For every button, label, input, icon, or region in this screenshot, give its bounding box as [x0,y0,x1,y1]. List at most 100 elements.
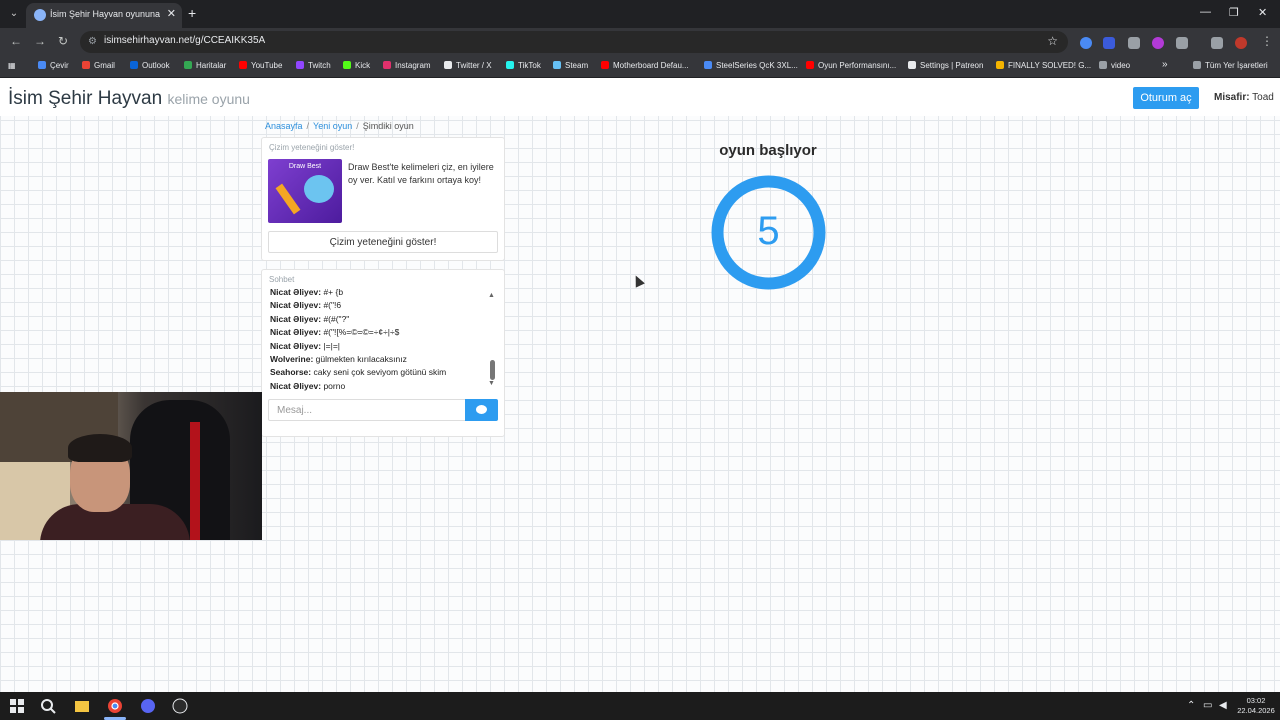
bookmark-item[interactable]: SteelSeries QcK 3XL... [704,61,798,70]
extension-icon[interactable] [1080,37,1092,49]
send-message-button[interactable] [465,399,498,421]
bookmark-item[interactable]: Oyun Performansını... [806,61,896,70]
promo-card: Çizim yeteneğini göster! Draw Best Draw … [261,137,505,261]
tray-chevron-icon[interactable]: ⌃ [1187,700,1195,711]
extension-icon[interactable] [1103,37,1115,49]
breadcrumb-home-link[interactable]: Anasayfa [265,121,303,131]
bookmark-item[interactable]: Kick [343,61,370,70]
new-tab-button[interactable]: + [188,5,196,21]
taskbar-clock[interactable]: 03:02 22.04.2026 [1234,696,1278,716]
promo-button[interactable]: Çizim yeteneğini göster! [268,231,498,253]
bookmark-icon [296,61,304,69]
chat-scrollbar-thumb[interactable] [490,360,495,380]
chat-message: Nicat Əliyev: |=|=| [270,340,488,353]
login-button[interactable]: Oturum aç [1133,87,1199,109]
chat-author: Nicat Əliyev: [270,287,322,297]
back-icon[interactable]: ← [10,34,22,48]
site-favicon-icon [34,9,46,21]
chat-text: caky seni çok seviyom götünü skim [313,367,447,378]
extension-icon[interactable] [1128,37,1140,49]
network-icon[interactable]: ▭ [1203,700,1212,711]
folder-icon [1193,61,1201,69]
chat-message-input[interactable] [268,399,466,421]
chat-message: Seahorse: caky seni çok seviyom götünü s… [270,366,488,379]
countdown-number: 5 [757,209,780,253]
windows-start-icon[interactable] [9,698,25,714]
window-close-icon[interactable]: ✕ [1258,6,1267,19]
extension-icon[interactable] [1152,37,1164,49]
chrome-icon[interactable] [107,698,123,714]
more-bookmarks-icon[interactable]: » [1162,59,1168,70]
bookmark-star-icon[interactable]: ☆ [1047,34,1058,48]
draw-best-image[interactable]: Draw Best [268,159,342,223]
chat-log: Nicat Əliyev: #+ {b Nicat Əliyev: #("!6 … [270,286,488,393]
tab-search-icon[interactable]: ⌄ [6,6,22,22]
browser-tab-bar: ⌄ İsim Şehir Hayvan oyununa katıl ✕ + — … [0,0,1280,28]
mouse-cursor-icon [631,273,645,288]
all-bookmarks-folder[interactable]: Tüm Yer İşaretleri [1193,61,1268,70]
chat-author: Wolverine: [270,354,314,365]
bookmark-icon [444,61,452,69]
promo-description: Draw Best'te kelimeleri çiz, en iyilere … [348,162,494,185]
bookmark-item[interactable]: TikTok [506,61,541,70]
clock-date: 22.04.2026 [1237,706,1275,715]
profile-avatar-icon[interactable] [1235,37,1247,49]
clock-time: 03:02 [1246,696,1266,705]
bookmark-item[interactable]: Twitch [296,61,331,70]
restore-icon[interactable]: ❐ [1229,6,1239,19]
scroll-up-icon[interactable]: ▲ [488,292,495,299]
chat-text: #("!6 [323,300,342,311]
bookmark-icon [82,61,90,69]
address-bar[interactable]: ⚙ isimsehirhayvan.net/g/CCEAIKK35A ☆ [80,31,1068,53]
obs-icon[interactable] [172,698,188,714]
bookmark-item[interactable]: FINALLY SOLVED! G... [996,61,1091,70]
tab-close-icon[interactable]: ✕ [167,7,176,20]
bookmark-icon [553,61,561,69]
chat-author: Nicat Əliyev: [270,380,322,391]
bookmark-item[interactable]: Twitter / X [444,61,492,70]
browser-tab[interactable]: İsim Şehir Hayvan oyununa katıl ✕ [26,3,182,28]
bookmark-icon [704,61,712,69]
bookmark-item[interactable]: Outlook [130,61,170,70]
webcam-chair-stripe [190,422,200,540]
guest-info: Misafir: Toad [1214,92,1274,103]
bookmark-icon [38,61,46,69]
chat-author: Nicat Əliyev: [270,340,322,351]
media-control-icon[interactable] [1211,37,1223,49]
scroll-down-icon[interactable]: ▼ [488,380,495,387]
bookmark-item[interactable]: Instagram [383,61,431,70]
bookmark-item[interactable]: Steam [553,61,588,70]
bookmark-item[interactable]: YouTube [239,61,282,70]
bookmark-item[interactable]: video [1099,61,1130,70]
bookmark-item[interactable]: Gmail [82,61,115,70]
breadcrumb-new-game-link[interactable]: Yeni oyun [313,121,352,131]
site-logo[interactable]: İsim Şehir Hayvan kelime oyunu [8,88,250,110]
bookmark-item[interactable]: Motherboard Defau... [601,61,689,70]
search-icon[interactable] [40,698,56,714]
chat-message: Nicat Əliyev: #("!6 [270,299,488,312]
bookmark-item[interactable]: Settings | Patreon [908,61,983,70]
bookmark-icon [239,61,247,69]
minimize-icon[interactable]: — [1200,6,1211,18]
bookmark-item[interactable]: Haritalar [184,61,226,70]
bookmark-icon [996,61,1004,69]
chat-text: #+ {b [323,287,344,297]
chat-message: Nicat Əliyev: #+ {b [270,286,488,299]
chat-text: |=|=| [323,340,340,351]
logo-main: İsim Şehir Hayvan [8,88,163,109]
apps-grid-icon[interactable]: ▦ [8,61,16,70]
extensions-puzzle-icon[interactable] [1176,37,1188,49]
site-info-icon[interactable]: ⚙ [88,36,97,47]
tab-title: İsim Şehir Hayvan oyununa katıl [50,9,160,19]
site-header: İsim Şehir Hayvan kelime oyunu Oturum aç… [0,78,1280,116]
discord-icon[interactable] [140,698,156,714]
bookmarks-bar: ▦ Çevir Gmail Outlook Haritalar YouTube … [0,56,1280,78]
reload-icon[interactable]: ↻ [58,34,68,48]
bookmark-item[interactable]: Çevir [38,61,69,70]
volume-icon[interactable]: ◀ [1219,700,1227,711]
pencil-icon [275,183,301,215]
file-explorer-icon[interactable] [74,698,90,714]
menu-dots-icon[interactable]: ⋮ [1261,34,1273,48]
forward-icon[interactable]: → [34,34,46,48]
chat-message: Nicat Əliyev: #("![%=©=©=÷¢÷|÷$ [270,326,488,339]
